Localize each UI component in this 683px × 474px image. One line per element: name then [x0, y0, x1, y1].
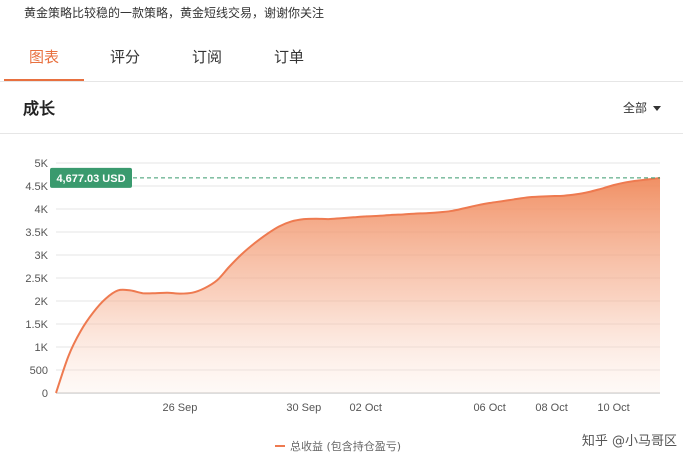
y-tick-label: 2K: [35, 296, 49, 308]
legend-label: 总收益 (包含持仓盈亏): [290, 439, 401, 453]
section-title: 成长: [23, 99, 56, 118]
y-tick-label: 4K: [35, 204, 49, 216]
range-dropdown[interactable]: 全部: [623, 99, 661, 116]
x-tick-label: 06 Oct: [473, 402, 505, 414]
tab-bar: 图表 评分 订阅 订单: [0, 34, 683, 82]
watermark: 知乎 @小马哥区: [581, 434, 677, 449]
y-tick-label: 2.5K: [25, 273, 48, 285]
tab-subscribe[interactable]: 订阅: [172, 34, 242, 82]
y-tick-label: 1K: [35, 342, 49, 354]
legend[interactable]: 总收益 (包含持仓盈亏): [275, 439, 401, 453]
active-tab-indicator: [4, 79, 84, 81]
tab-chart[interactable]: 图表: [4, 34, 84, 82]
x-axis-ticks: 26 Sep 30 Sep 02 Oct 06 Oct 08 Oct 10 Oct: [162, 402, 629, 414]
y-tick-label: 3.5K: [25, 227, 48, 239]
current-value-tag-text: 4,677.03 USD: [56, 173, 125, 185]
strategy-description: 黄金策略比较稳的一款策略，黄金短线交易，谢谢你关注: [24, 6, 325, 20]
x-tick-label: 02 Oct: [350, 402, 382, 414]
y-tick-label: 5K: [35, 158, 49, 170]
y-tick-label: 500: [30, 365, 48, 377]
growth-chart: 0 500 1K 1.5K 2K 2.5K 3K 3.5K 4K 4.5K 5K 26 Sep 30 …: [25, 158, 661, 453]
range-dropdown-label: 全部: [622, 101, 647, 115]
y-axis-ticks: 0 500 1K 1.5K 2K 2.5K 3K 3.5K 4K 4.5K 5K: [25, 158, 48, 400]
current-value-tag: 4,677.03 USD: [50, 167, 132, 188]
tab-orders[interactable]: 订单: [254, 34, 324, 82]
caret-down-icon: [653, 106, 661, 111]
y-tick-label: 1.5K: [25, 319, 48, 331]
x-tick-label: 08 Oct: [535, 402, 567, 414]
x-tick-label: 10 Oct: [597, 402, 629, 414]
tab-rating[interactable]: 评分: [90, 34, 160, 82]
y-tick-label: 4.5K: [25, 181, 48, 193]
y-tick-label: 3K: [35, 250, 49, 262]
x-tick-label: 30 Sep: [286, 402, 321, 414]
y-tick-label: 0: [42, 388, 48, 400]
series-area: [56, 177, 660, 393]
section-divider: [0, 133, 683, 134]
x-tick-label: 26 Sep: [162, 402, 197, 414]
